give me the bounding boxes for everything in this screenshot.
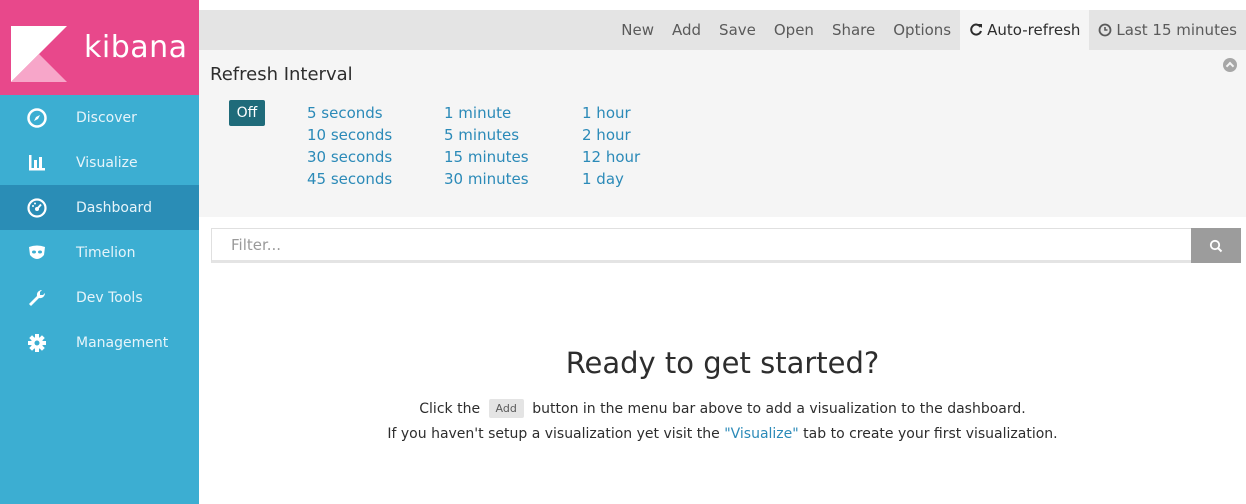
clock-icon bbox=[1099, 23, 1112, 37]
interval-option[interactable]: 2 hour bbox=[582, 124, 640, 146]
dashboard-gauge-icon bbox=[0, 197, 76, 219]
interval-option[interactable]: 1 day bbox=[582, 168, 640, 190]
time-range-label: Last 15 minutes bbox=[1116, 21, 1237, 39]
instruction-text: If you haven't setup a visualization yet… bbox=[387, 426, 720, 442]
bar-chart-icon bbox=[0, 152, 76, 174]
sidebar-item-dev-tools[interactable]: Dev Tools bbox=[0, 275, 199, 320]
compass-icon bbox=[0, 107, 76, 129]
interval-option[interactable]: 5 seconds bbox=[307, 102, 392, 124]
panel-title: Refresh Interval bbox=[210, 64, 353, 85]
gear-icon bbox=[0, 332, 76, 354]
interval-column-hours: 1 hour 2 hour 12 hour 1 day bbox=[582, 102, 640, 190]
empty-state-title: Ready to get started? bbox=[565, 346, 880, 380]
interval-option[interactable]: 1 hour bbox=[582, 102, 640, 124]
instruction-text: button in the menu bar above to add a vi… bbox=[532, 401, 1026, 417]
menu-new[interactable]: New bbox=[612, 10, 663, 50]
sidebar-item-label: Dashboard bbox=[76, 199, 152, 216]
refresh-off-button[interactable]: Off bbox=[229, 100, 265, 126]
menu-options[interactable]: Options bbox=[884, 10, 960, 50]
menu-auto-refresh[interactable]: Auto-refresh bbox=[960, 10, 1090, 50]
sidebar-item-label: Dev Tools bbox=[76, 289, 143, 306]
logo[interactable]: kibana bbox=[0, 0, 199, 95]
sidebar-item-discover[interactable]: Discover bbox=[0, 95, 199, 140]
sidebar-item-management[interactable]: Management bbox=[0, 320, 199, 365]
sidebar-item-label: Visualize bbox=[76, 154, 138, 171]
sidebar-item-label: Management bbox=[76, 334, 169, 351]
search-icon bbox=[1209, 239, 1223, 252]
top-menu-bar: New Add Save Open Share Options Auto-ref… bbox=[199, 10, 1246, 50]
sidebar-item-timelion[interactable]: Timelion bbox=[0, 230, 199, 275]
sidebar-item-dashboard[interactable]: Dashboard bbox=[0, 185, 199, 230]
menu: New Add Save Open Share Options Auto-ref… bbox=[612, 10, 1246, 50]
instruction-text: Click the bbox=[419, 401, 481, 417]
sidebar-item-label: Discover bbox=[76, 109, 137, 126]
kibana-logo-icon bbox=[11, 26, 67, 82]
instruction-text: tab to create your first visualization. bbox=[803, 426, 1058, 442]
app-name: kibana bbox=[84, 30, 188, 65]
interval-option[interactable]: 15 minutes bbox=[444, 146, 529, 168]
sidebar: kibana Discover Visualize Dashboard Time… bbox=[0, 0, 199, 504]
sidebar-item-label: Timelion bbox=[76, 244, 136, 261]
interval-column-seconds: 5 seconds 10 seconds 30 seconds 45 secon… bbox=[307, 102, 392, 190]
search-button[interactable] bbox=[1191, 228, 1241, 263]
add-button-hint: Add bbox=[488, 399, 524, 418]
empty-state-visualize-hint: If you haven't setup a visualization yet… bbox=[199, 426, 1246, 442]
empty-state-instructions: Click the Add button in the menu bar abo… bbox=[199, 399, 1246, 418]
menu-open[interactable]: Open bbox=[765, 10, 823, 50]
menu-save[interactable]: Save bbox=[710, 10, 765, 50]
auto-refresh-label: Auto-refresh bbox=[987, 21, 1081, 39]
menu-add[interactable]: Add bbox=[663, 10, 710, 50]
interval-option[interactable]: 1 minute bbox=[444, 102, 529, 124]
interval-column-minutes: 1 minute 5 minutes 15 minutes 30 minutes bbox=[444, 102, 529, 190]
wrench-icon bbox=[0, 287, 76, 309]
interval-option[interactable]: 30 minutes bbox=[444, 168, 529, 190]
collapse-icon[interactable] bbox=[1223, 58, 1237, 72]
interval-option[interactable]: 30 seconds bbox=[307, 146, 392, 168]
refresh-interval-panel: Refresh Interval Off 5 seconds 10 second… bbox=[199, 50, 1246, 217]
visualize-link[interactable]: "Visualize" bbox=[724, 426, 799, 442]
interval-option[interactable]: 12 hour bbox=[582, 146, 640, 168]
interval-option[interactable]: 45 seconds bbox=[307, 168, 392, 190]
filter-bar bbox=[211, 228, 1241, 263]
sidebar-item-visualize[interactable]: Visualize bbox=[0, 140, 199, 185]
menu-time-picker[interactable]: Last 15 minutes bbox=[1089, 10, 1246, 50]
interval-option[interactable]: 5 minutes bbox=[444, 124, 529, 146]
refresh-icon bbox=[970, 23, 983, 36]
interval-option[interactable]: 10 seconds bbox=[307, 124, 392, 146]
menu-share[interactable]: Share bbox=[823, 10, 884, 50]
timelion-mask-icon bbox=[0, 242, 76, 264]
filter-input[interactable] bbox=[212, 229, 1190, 261]
